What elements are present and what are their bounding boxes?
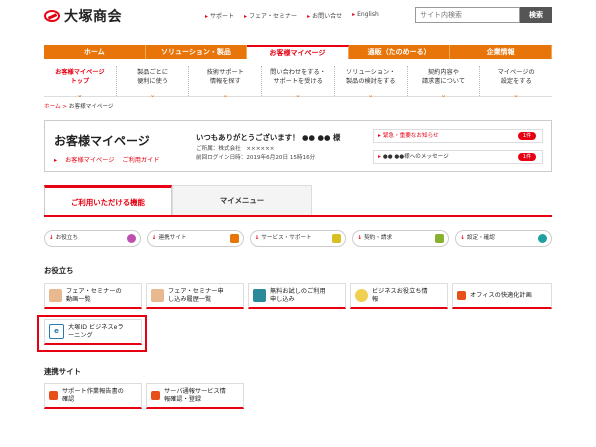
seminar-history-icon	[151, 289, 164, 302]
category-service-label: サービス・サポート	[261, 235, 312, 241]
feature-label: フェア・セミナーの 動画一覧	[66, 287, 122, 303]
account-info: ご所属：株式会社 ×××××× 前回ログイン日時：2019年6月20日 15時1…	[196, 145, 315, 163]
subnav-tech-support[interactable]: 技術サポート 情報を探す	[189, 66, 263, 96]
link-support[interactable]: サポート	[205, 11, 234, 20]
nav-home[interactable]: ホーム	[44, 45, 146, 59]
link-contact[interactable]: お問い合せ	[307, 11, 342, 20]
feature-label: オフィスの快適化計画	[470, 291, 532, 299]
category-useful[interactable]: お役立ち	[44, 230, 141, 247]
notice-message-label: ●● ●●様へのメッセージ	[378, 154, 449, 160]
search-button[interactable]: 検索	[520, 7, 552, 23]
subnav-inquiry[interactable]: 問い合わせをする・ サポートを受ける	[262, 66, 335, 96]
feature-label: フェア・セミナー申 し込み履歴一覧	[168, 287, 224, 303]
site-search-input[interactable]	[415, 7, 520, 23]
notice-urgent-label: 緊急・重要なお知らせ	[378, 133, 439, 139]
nav-mypage[interactable]: お客様マイページ	[247, 45, 349, 59]
feature-server-alert[interactable]: サーバ通報サービス情 報確認・登録	[146, 383, 244, 409]
link-mypage-top[interactable]: お客様マイページ	[65, 157, 114, 164]
category-linked-icon	[229, 234, 239, 243]
category-contract-label: 契約・請求	[364, 235, 393, 241]
sub-nav: お客様マイページ トップ 製品ごとに 便利に使う 技術サポート 情報を探す 問い…	[44, 66, 552, 97]
feature-seminar-video[interactable]: フェア・セミナーの 動画一覧	[44, 283, 142, 309]
feature-support-report[interactable]: サポート作業報告書の 確認	[44, 383, 142, 409]
report-icon	[49, 391, 58, 400]
feature-seminar-history[interactable]: フェア・セミナー申 し込み履歴一覧	[146, 283, 244, 309]
nav-corporate[interactable]: 企業情報	[450, 45, 552, 59]
subnav-products[interactable]: 製品ごとに 便利に使う	[117, 66, 190, 96]
category-contract-icon	[435, 234, 445, 243]
category-settings[interactable]: 設定・確認	[455, 230, 552, 247]
feature-office-comfort[interactable]: オフィスの快適化計画	[452, 283, 552, 309]
link-fair-seminar[interactable]: フェア・セミナー	[244, 11, 297, 20]
server-icon	[151, 391, 160, 400]
category-linked-sites[interactable]: 連携サイト	[146, 230, 244, 247]
main-nav: ホーム ソリューション・製品 お客様マイページ 通販（たのめーる） 企業情報	[44, 45, 552, 59]
breadcrumb: ホーム > お客様マイページ	[44, 102, 114, 110]
category-settings-icon	[537, 234, 547, 243]
category-useful-icon	[126, 234, 136, 243]
tab-my-menu[interactable]: マイメニュー	[172, 185, 312, 215]
section-title-linked: 連携サイト	[44, 367, 81, 376]
play-icon	[457, 291, 466, 300]
notice-message[interactable]: ●● ●●様へのメッセージ 1件	[373, 150, 543, 164]
feature-free-trial[interactable]: 無料お試しのご利用 申し込み	[248, 283, 346, 309]
feature-label: サポート作業報告書の 確認	[62, 387, 124, 403]
link-user-guide[interactable]: ご利用ガイド	[122, 157, 159, 164]
notice-urgent-count-badge: 1件	[518, 132, 536, 140]
subnav-contracts[interactable]: 契約内容や 請求書について	[408, 66, 481, 96]
greeting: いつもありがとうございます！ ●● ●● 様	[196, 133, 341, 142]
trial-icon	[253, 289, 266, 302]
highlight-frame	[37, 315, 147, 352]
feature-business-info[interactable]: ビジネスお役立ち情 報	[350, 283, 448, 309]
utility-links: サポート フェア・セミナー お問い合せ English	[205, 11, 389, 20]
breadcrumb-home[interactable]: ホーム	[44, 104, 61, 110]
feature-label: サーバ通報サービス情 報確認・登録	[164, 387, 226, 403]
category-settings-label: 設定・確認	[466, 235, 495, 241]
subnav-solutions[interactable]: ソリューション・ 製品の検討をする	[335, 66, 408, 96]
logo-text: 大塚商会	[64, 9, 122, 25]
category-service-support[interactable]: サービス・サポート	[249, 230, 347, 247]
category-linked-label: 連携サイト	[158, 235, 187, 241]
category-service-icon	[332, 234, 342, 243]
section-title-useful: お役立ち	[44, 266, 74, 275]
function-tabs: ご利用いただける機能 マイメニュー	[44, 185, 552, 217]
company-name: ご所属：株式会社 ××××××	[196, 146, 275, 152]
nav-solutions[interactable]: ソリューション・製品	[146, 45, 248, 59]
feature-label: 無料お試しのご利用 申し込み	[270, 287, 326, 303]
link-english[interactable]: English	[352, 11, 379, 20]
otsuka-logo-mark-icon	[44, 10, 60, 22]
nav-tanomeru[interactable]: 通販（たのめーる）	[349, 45, 451, 59]
subnav-settings[interactable]: マイページの 設定をする	[480, 66, 552, 96]
notice-message-count-badge: 1件	[518, 153, 536, 161]
feature-label: ビジネスお役立ち情 報	[372, 287, 428, 303]
subnav-mypage-top[interactable]: お客様マイページ トップ	[44, 66, 117, 96]
tab-available-functions[interactable]: ご利用いただける機能	[44, 185, 172, 215]
otsuka-logo[interactable]: 大塚商会	[44, 6, 122, 26]
lightbulb-icon	[355, 289, 368, 302]
mypage-links: ▸ お客様マイページ ご利用ガイド	[54, 157, 160, 164]
category-filters: お役立ち 連携サイト サービス・サポート 契約・請求 設定・確認	[44, 230, 552, 247]
breadcrumb-separator: >	[60, 104, 69, 110]
category-useful-label: お役立ち	[55, 235, 79, 241]
page-title: お客様マイページ	[54, 134, 150, 148]
breadcrumb-current: お客様マイページ	[68, 104, 114, 110]
notice-urgent[interactable]: 緊急・重要なお知らせ 1件	[373, 129, 543, 143]
category-contract-billing[interactable]: 契約・請求	[352, 230, 450, 247]
seminar-video-icon	[49, 289, 62, 302]
last-login: 前回ログイン日時：2019年6月20日 15時16分	[196, 155, 316, 161]
